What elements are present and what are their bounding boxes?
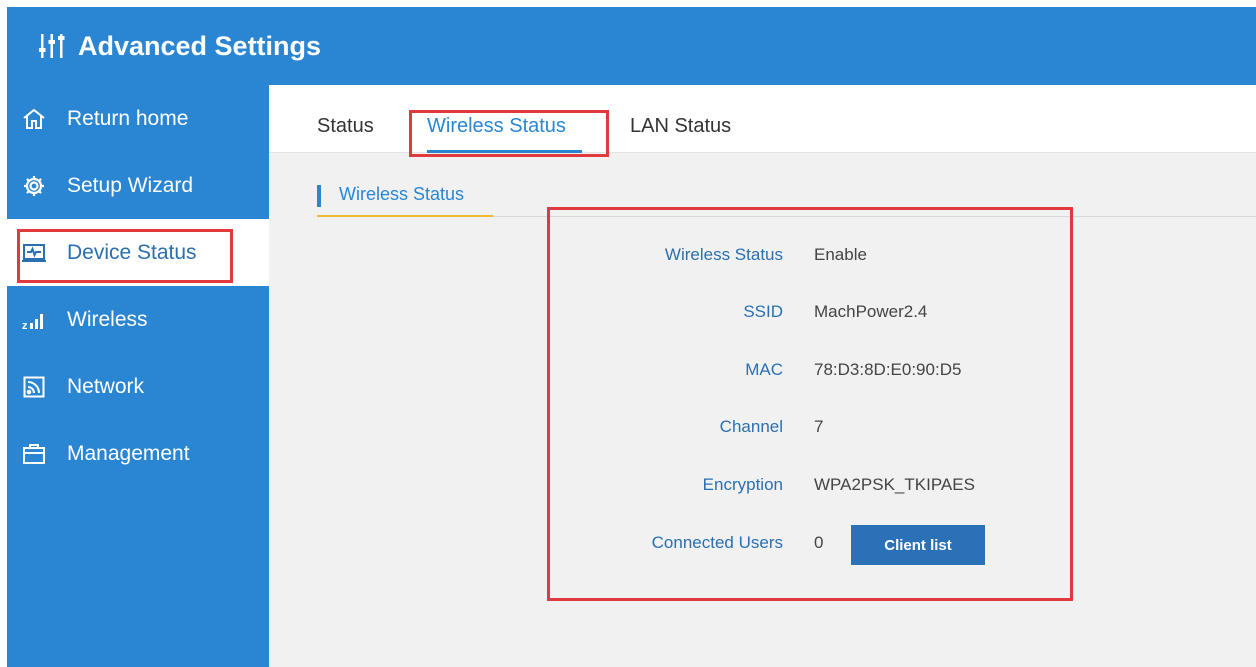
page-title: Advanced Settings bbox=[78, 30, 322, 61]
field-value: WPA2PSK_TKIPAES bbox=[814, 475, 975, 494]
sidebar-item-label: Return home bbox=[67, 106, 189, 130]
field-label: Connected Users bbox=[651, 533, 783, 552]
client-list-button[interactable]: Client list bbox=[851, 525, 985, 565]
svg-text:z: z bbox=[22, 320, 28, 331]
field-value: 7 bbox=[814, 417, 824, 436]
field-label: Encryption bbox=[702, 475, 783, 494]
tab-bar: Status Wireless Status LAN Status bbox=[269, 85, 1256, 153]
sliders-icon bbox=[37, 29, 71, 63]
info-row-wireless-status: Wireless Status Enable bbox=[539, 245, 1039, 269]
tab-wireless-status[interactable]: Wireless Status bbox=[427, 115, 566, 138]
field-label: Channel bbox=[719, 417, 783, 436]
sidebar: Return home Setup Wizard Device Status z bbox=[7, 85, 269, 667]
signal-icon: z bbox=[21, 307, 47, 333]
sidebar-item-wireless[interactable]: z Wireless bbox=[7, 286, 269, 353]
field-value: 78:D3:8D:E0:90:D5 bbox=[814, 360, 962, 379]
field-value: 0 bbox=[814, 533, 824, 552]
section-title-marker bbox=[317, 185, 321, 207]
info-row-encryption: Encryption WPA2PSK_TKIPAES bbox=[539, 475, 1039, 499]
section-title: Wireless Status bbox=[339, 184, 465, 204]
info-row-channel: Channel 7 bbox=[539, 417, 1039, 441]
info-row-mac: MAC 78:D3:8D:E0:90:D5 bbox=[539, 360, 1039, 384]
field-value: Enable bbox=[814, 245, 867, 264]
active-tab-indicator bbox=[427, 150, 582, 153]
sidebar-item-management[interactable]: Management bbox=[7, 420, 269, 487]
field-label: MAC bbox=[745, 360, 783, 379]
info-row-ssid: SSID MachPower2.4 bbox=[539, 302, 1039, 326]
sidebar-item-label: Setup Wizard bbox=[67, 173, 194, 197]
app-header: Advanced Settings bbox=[7, 7, 1256, 85]
rss-icon bbox=[21, 374, 47, 400]
briefcase-icon bbox=[21, 441, 47, 467]
home-icon bbox=[21, 106, 47, 132]
tab-lan-status[interactable]: LAN Status bbox=[630, 115, 731, 138]
tab-status[interactable]: Status bbox=[317, 115, 374, 138]
section-title-underline bbox=[317, 215, 493, 217]
sidebar-item-setup-wizard[interactable]: Setup Wizard bbox=[7, 152, 269, 219]
sidebar-item-label: Wireless bbox=[67, 307, 148, 331]
sidebar-item-return-home[interactable]: Return home bbox=[7, 85, 269, 152]
field-label: SSID bbox=[743, 302, 783, 321]
field-label: Wireless Status bbox=[664, 245, 783, 264]
gear-icon bbox=[21, 173, 47, 199]
sidebar-item-label: Device Status bbox=[67, 240, 197, 264]
sidebar-item-label: Network bbox=[67, 374, 145, 398]
field-value: MachPower2.4 bbox=[814, 302, 928, 321]
sidebar-item-device-status[interactable]: Device Status bbox=[7, 219, 269, 286]
sidebar-item-label: Management bbox=[67, 441, 190, 465]
sidebar-item-network[interactable]: Network bbox=[7, 353, 269, 420]
monitor-icon bbox=[21, 240, 47, 266]
main-content: Status Wireless Status LAN Status Wirele… bbox=[269, 85, 1256, 667]
section-divider bbox=[493, 216, 1256, 217]
